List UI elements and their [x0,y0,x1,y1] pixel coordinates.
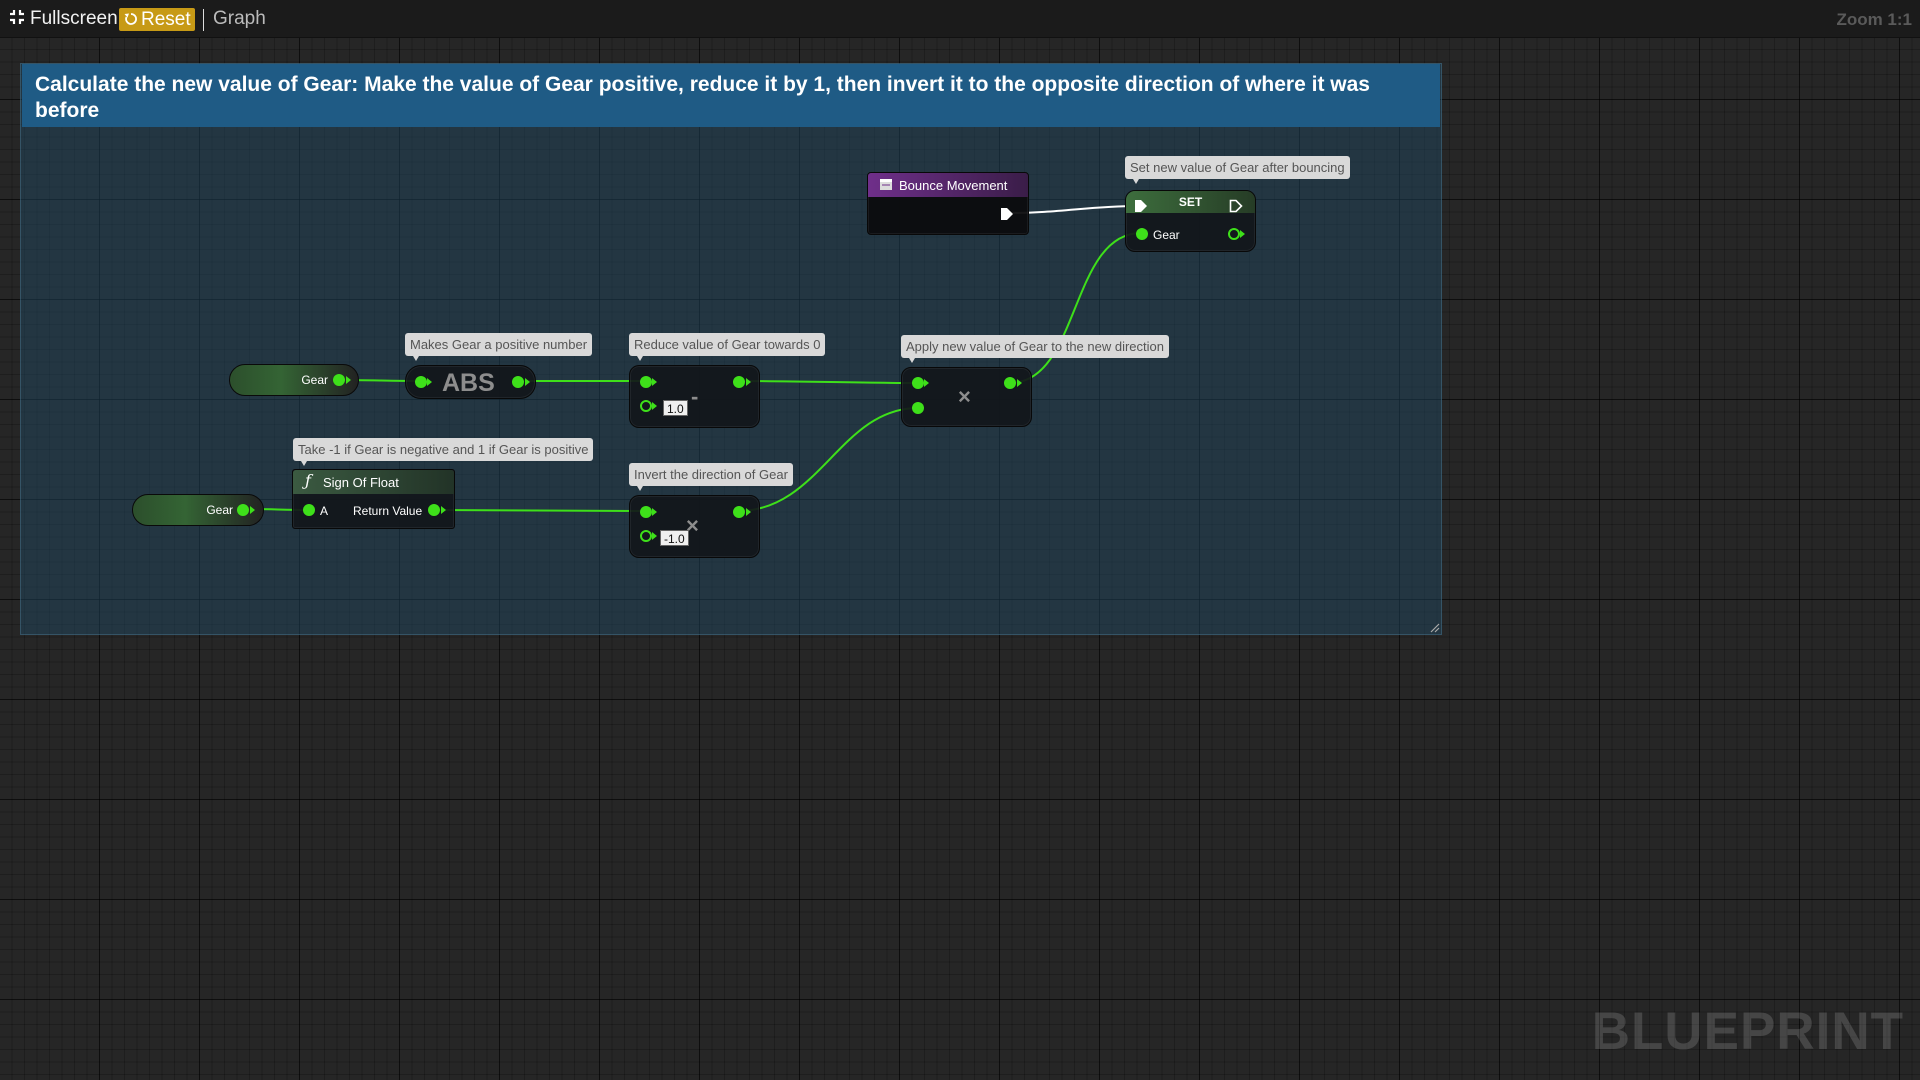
abs-output-pin[interactable] [512,376,524,388]
return-value-label: Return Value [353,504,423,518]
pin-arrow-icon [346,376,351,384]
exec-input-pin-icon[interactable] [1134,199,1148,213]
pin-a-label: A [320,504,329,518]
bounce-movement-title: Bounce Movement [899,178,1008,193]
set-title: SET [1178,195,1203,209]
pin-arrow-icon [924,379,929,387]
pin-arrow-icon [652,378,657,386]
abs-label: ABS [442,369,495,397]
wire-subtract-multiply [737,380,919,384]
set-gear-node[interactable]: SET Gear [1125,190,1256,252]
subtract-b-pin[interactable] [640,400,652,412]
wire-layer [243,205,1142,512]
invert-comment: Invert the direction of Gear [629,463,793,491]
subtract-comment: Reduce value of Gear towards 0 [629,333,826,361]
wire-multiply-set [1009,232,1142,384]
apply-multiply-node[interactable]: × [901,367,1032,427]
apply-output-pin[interactable] [1004,377,1016,389]
abs-comment: Makes Gear a positive number [405,333,593,361]
set-gear-output-pin[interactable] [1228,228,1240,240]
gear-getter-label: Gear [301,373,328,387]
subtract-b-value[interactable]: 1.0 [663,400,688,416]
invert-output-pin[interactable] [733,506,745,518]
pin-arrow-icon [1017,379,1022,387]
abs-input-pin[interactable] [415,376,427,388]
invert-b-value[interactable]: -1.0 [660,530,689,546]
sign-of-float-a-pin[interactable] [303,504,315,516]
pin-arrow-icon [652,402,657,410]
gear-output-pin[interactable] [333,374,345,386]
sign-of-float-comment: Take -1 if Gear is negative and 1 if Gea… [293,438,594,466]
subtract-node[interactable]: 1.0 - [629,365,760,428]
subtract-output-pin[interactable] [733,376,745,388]
gear-getter-label: Gear [206,503,233,517]
pin-arrow-icon [441,506,446,514]
invert-a-pin[interactable] [640,506,652,518]
set-gear-input-pin[interactable] [1136,228,1148,240]
set-gear-pin-label: Gear [1153,228,1180,242]
invert-b-pin[interactable] [640,530,652,542]
subtract-glyph: - [691,384,699,409]
apply-b-pin[interactable] [912,402,924,414]
apply-a-pin[interactable] [912,377,924,389]
bounce-movement-header: Bounce Movement [868,173,1028,197]
pin-arrow-icon [1240,230,1245,238]
bounce-movement-event-node[interactable]: Bounce Movement [867,172,1029,235]
exec-output-pin-icon[interactable] [1229,199,1243,213]
set-gear-comment: Set new value of Gear after bouncing [1125,156,1350,184]
pin-arrow-icon [427,378,432,386]
sign-of-float-title: Sign Of Float [323,475,399,490]
sign-of-float-header: ƒ Sign Of Float [293,470,454,494]
wire-invert-multiply [737,407,919,512]
pin-arrow-icon [250,506,255,514]
pin-arrow-icon [525,378,530,386]
event-icon [880,179,892,190]
abs-node[interactable]: ABS [405,365,536,399]
subtract-a-pin[interactable] [640,376,652,388]
pin-arrow-icon [746,508,751,516]
pin-arrow-icon [652,508,657,516]
multiply-glyph: × [958,384,971,409]
wire-sign-invert [433,509,646,512]
pin-arrow-icon [746,378,751,386]
gear-getter-node[interactable]: Gear [132,494,264,526]
exec-output-pin-icon[interactable] [1000,207,1014,221]
gear-output-pin[interactable] [237,504,249,516]
pin-arrow-icon [652,532,657,540]
blueprint-watermark: BLUEPRINT [1591,1002,1904,1061]
function-icon: ƒ [305,471,311,490]
gear-getter-node[interactable]: Gear [229,364,359,396]
apply-comment: Apply new value of Gear to the new direc… [901,335,1169,363]
sign-of-float-node[interactable]: ƒ Sign Of Float A Return Value [292,469,455,529]
invert-multiply-node[interactable]: × -1.0 [629,495,760,558]
sign-of-float-return-pin[interactable] [428,504,440,516]
